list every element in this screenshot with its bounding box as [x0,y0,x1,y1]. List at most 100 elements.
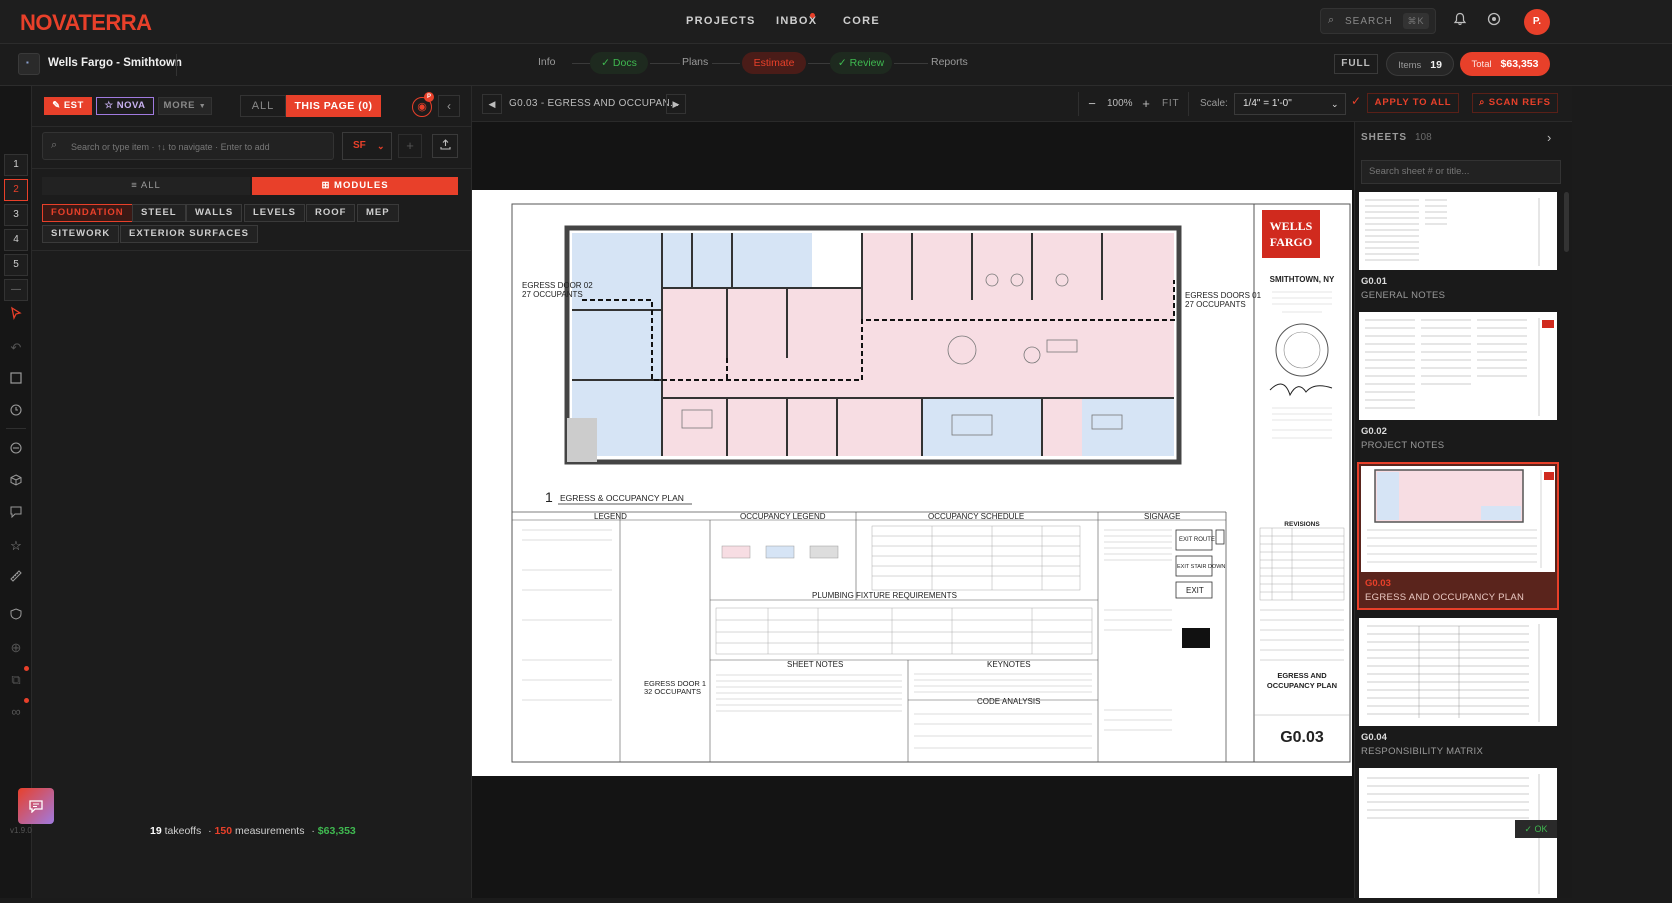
items-counter[interactable]: Items 19 [1386,52,1454,76]
sheet-item-g003-active[interactable]: G0.03 EGRESS AND OCCUPANCY PLAN [1357,462,1559,610]
unit-value: SF [353,140,366,151]
drawing-canvas[interactable]: EGRESS DOOR 02 27 OCCUPANTS EGRESS DOORS… [472,122,1354,898]
cube-icon[interactable] [6,472,26,492]
global-search-button[interactable]: ⌕ SEARCH ⌘K [1320,8,1436,34]
item-search-input[interactable]: ⌕ Search or type item · ↑↓ to navigate ·… [42,132,334,160]
tab-reports[interactable]: Reports [931,56,968,68]
rail-page-5[interactable]: 5 [4,254,28,276]
rail-page-1[interactable]: 1 [4,154,28,176]
egress-doors-01-occupants: 27 OCCUPANTS [1185,300,1246,309]
project-name[interactable]: Wells Fargo - Smithtown [48,57,182,69]
app-logo[interactable]: NOVATERRA [20,10,152,36]
sheets-count: 108 [1415,132,1432,143]
more-dropdown[interactable]: MORE ▼ [158,97,212,115]
prev-sheet-button[interactable]: ◀ [482,94,502,114]
clock-icon[interactable] [6,402,26,422]
drawing-sheet[interactable]: EGRESS DOOR 02 27 OCCUPANTS EGRESS DOORS… [472,190,1352,776]
sign-exit: EXIT [1186,586,1204,595]
items-label: Items [1398,60,1422,71]
sheets-panel: SHEETS 108 › Search sheet # or title... … [1354,122,1572,898]
link-alert-dot [24,698,29,703]
tab-docs-label: Docs [612,57,637,69]
app-version: v1.9.0 [10,826,32,835]
fit-button[interactable]: FIT [1162,98,1179,109]
brand-line-1: WELLS [1270,219,1313,233]
project-bar: ▪ Wells Fargo - Smithtown Info ✓ Docs Pl… [0,44,1672,86]
ruler-icon[interactable] [6,568,26,588]
scan-refs-button[interactable]: ⌕ SCAN REFS [1472,93,1558,113]
scale-select[interactable]: 1/4" = 1'-0" ⌄ [1234,93,1346,115]
nav-core[interactable]: CORE [843,15,880,27]
rail-page-2[interactable]: 2 [4,179,28,201]
shield-icon[interactable] [6,606,26,626]
next-sheet-button[interactable]: ▶ [666,94,686,114]
layers-icon[interactable]: ⧉ [6,670,26,690]
module-steel[interactable]: STEEL [132,204,186,222]
module-foundation[interactable]: FOUNDATION [42,204,133,222]
tab-docs[interactable]: ✓ Docs [590,52,648,74]
check-icon[interactable]: ✓ [1351,94,1361,108]
unit-select[interactable]: SF ⌄ [342,132,392,160]
module-roof[interactable]: ROOF [306,204,356,222]
occupancy-schedule-title: OCCUPANCY SCHEDULE [928,512,1024,521]
collapse-panel-button[interactable]: ‹ [438,95,460,117]
filter-this-page-button[interactable]: THIS PAGE (0) [286,95,381,117]
rail-more[interactable]: — [4,279,28,301]
est-label: EST [63,100,84,111]
add-circle-icon[interactable]: ⊕ [6,638,26,658]
sheet-item-g004[interactable]: G0.04 RESPONSIBILITY MATRIX [1355,618,1561,758]
bell-icon[interactable] [1450,11,1470,31]
sheets-scrollbar[interactable] [1564,192,1569,252]
sheet-search-placeholder: Search sheet # or title... [1369,166,1470,177]
comment-icon[interactable] [6,504,26,524]
add-item-button[interactable]: + [398,134,422,158]
tab-plans[interactable]: Plans [682,56,708,68]
tab-connector [808,63,830,64]
total-badge[interactable]: Total $63,353 [1460,52,1550,76]
footer-total: $63,353 [317,825,356,837]
est-mode-button[interactable]: ✎ EST [44,97,92,115]
chevron-right-icon[interactable]: › [1547,130,1551,145]
zoom-in-button[interactable]: + [1138,95,1154,113]
tab-estimate[interactable]: Estimate [742,52,806,74]
module-walls[interactable]: WALLS [186,204,243,222]
chevron-down-icon: ▼ [198,103,207,110]
sheet-item-g001[interactable]: G0.01 GENERAL NOTES [1355,192,1561,302]
link-icon[interactable]: ∞ [6,702,26,722]
sheet-thumbnail [1359,312,1557,420]
pointer-icon[interactable] [6,306,26,326]
rail-page-3[interactable]: 3 [4,204,28,226]
rectangle-icon[interactable] [6,370,26,390]
tab-info[interactable]: Info [538,56,556,68]
filter-all-button[interactable]: ALL [240,95,286,117]
sheet-search-input[interactable]: Search sheet # or title... [1361,160,1561,184]
module-exterior-surfaces[interactable]: EXTERIOR SURFACES [120,225,258,243]
zoom-out-button[interactable]: − [1084,95,1100,113]
module-mep[interactable]: MEP [357,204,399,222]
full-view-button[interactable]: FULL [1334,54,1378,74]
view-all-toggle[interactable]: ≡ ALL [42,177,250,195]
apply-to-all-button[interactable]: APPLY TO ALL [1367,93,1459,113]
undo-icon[interactable]: ↶ [6,338,26,358]
sheet-item-g002[interactable]: G0.02 PROJECT NOTES [1355,312,1561,452]
chat-button[interactable] [18,788,54,824]
upload-icon[interactable] [432,134,458,158]
scale-label: Scale: [1200,98,1228,109]
view-modules-toggle[interactable]: ⊞ MODULES [252,177,458,195]
minus-circle-icon[interactable] [6,440,26,460]
user-avatar[interactable]: P. [1524,9,1550,35]
module-levels[interactable]: LEVELS [244,204,305,222]
chevron-left-icon: ‹ [447,99,451,113]
nova-label: NOVA [116,100,146,111]
settings-icon[interactable] [1484,11,1504,31]
star-icon[interactable]: ☆ [6,536,26,556]
measurements-label: measurements [235,825,305,837]
nova-mode-button[interactable]: ☆ NOVA [96,97,154,115]
module-sitework[interactable]: SITEWORK [42,225,120,243]
project-thumbnail[interactable]: ▪ [18,53,40,75]
triangle-left-icon: ◀ [488,99,496,109]
nav-projects[interactable]: PROJECTS [686,15,756,27]
tab-review[interactable]: ✓ Review [830,52,892,74]
chat-icon [29,797,43,814]
rail-page-4[interactable]: 4 [4,229,28,251]
